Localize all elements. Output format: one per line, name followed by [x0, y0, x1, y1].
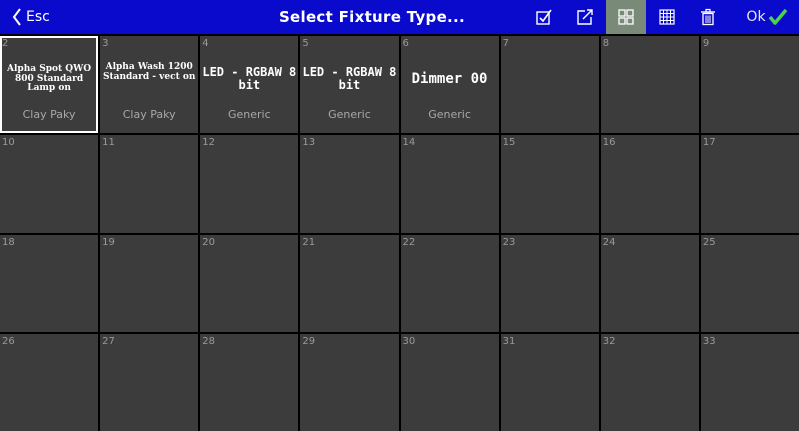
fixture-type-cell[interactable]: 5 LED - RGBAW 8 bit Generic	[300, 36, 399, 134]
cell-number: 32	[602, 335, 616, 347]
fixture-type-cell[interactable]: 2 Alpha Spot QWO 800 Standard Lamp on Clay…	[0, 36, 99, 134]
delete-button[interactable]	[689, 0, 727, 34]
chevron-left-icon	[12, 8, 21, 26]
fixture-manufacturer: Clay Paky	[122, 108, 176, 121]
table-view-button[interactable]	[648, 0, 686, 34]
fixture-name: Alpha Wash 1200 Standard - vect on	[102, 62, 196, 82]
select-button[interactable]	[525, 0, 563, 34]
title-bar: Esc Select Fixture Type... Ok	[0, 0, 799, 35]
fixture-manufacturer: Generic	[428, 108, 471, 121]
empty-fixture-cell[interactable]: 29	[300, 333, 399, 431]
empty-fixture-cell[interactable]: 21	[300, 234, 399, 332]
cell-number: 2	[2, 38, 9, 49]
empty-fixture-cell[interactable]: 31	[500, 333, 599, 431]
export-button[interactable]	[566, 0, 604, 34]
fixture-name: LED - RGBAW 8 bit	[302, 65, 397, 93]
trash-icon	[701, 8, 715, 26]
dialog-title: Select Fixture Type...	[278, 8, 466, 26]
empty-fixture-cell[interactable]: 13	[300, 135, 399, 233]
fixture-name: LED - RGBAW 8 bit	[202, 65, 297, 93]
cell-number: 7	[502, 38, 509, 49]
fixture-name: Dimmer 00	[411, 71, 488, 87]
cell-number: 15	[502, 137, 516, 149]
cell-number: 3	[102, 38, 109, 49]
fixture-manufacturer: Generic	[328, 108, 371, 121]
fixture-name: Alpha Spot QWO 800 Standard Lamp on	[7, 64, 92, 94]
export-icon	[577, 9, 593, 25]
cell-number: 29	[302, 335, 316, 347]
cell-number: 18	[2, 236, 15, 248]
empty-fixture-cell[interactable]: 9	[700, 36, 799, 134]
ok-button[interactable]: Ok	[735, 0, 799, 34]
cell-number: 19	[102, 236, 115, 248]
empty-fixture-cell[interactable]: 27	[100, 333, 199, 431]
grid-view-button[interactable]	[606, 0, 646, 34]
fixture-type-cell[interactable]: 4 LED - RGBAW 8 bit Generic	[200, 36, 299, 134]
fixture-type-cell[interactable]: 6 Dimmer 00 Generic	[400, 36, 499, 134]
cell-number: 30	[402, 335, 416, 347]
checkmark-icon	[768, 8, 787, 25]
empty-fixture-cell[interactable]: 28	[200, 333, 299, 431]
cell-number: 17	[702, 137, 716, 149]
empty-fixture-cell[interactable]: 16	[600, 135, 699, 233]
empty-fixture-cell[interactable]: 23	[500, 234, 599, 332]
cell-number: 21	[302, 236, 316, 248]
select-fixture-type-dialog: Esc Select Fixture Type... Ok 2 Alpha Sp…	[0, 0, 799, 431]
cell-number: 20	[202, 236, 215, 248]
cell-number: 31	[502, 335, 516, 347]
cell-number: 10	[2, 137, 15, 149]
check-box-icon	[536, 9, 552, 25]
empty-fixture-cell[interactable]: 12	[200, 135, 299, 233]
fixture-type-grid: 2 Alpha Spot QWO 800 Standard Lamp on Clay…	[0, 36, 799, 431]
table-view-icon	[659, 9, 675, 25]
esc-button[interactable]: Esc	[12, 0, 50, 34]
cell-number: 12	[202, 137, 215, 149]
empty-fixture-cell[interactable]: 30	[400, 333, 499, 431]
cell-number: 23	[502, 236, 516, 248]
fixture-manufacturer: Generic	[227, 108, 271, 121]
cell-number: 9	[702, 38, 710, 49]
cell-number: 14	[402, 137, 416, 149]
cell-number: 33	[702, 335, 716, 347]
cell-number: 13	[302, 137, 316, 149]
cell-number: 22	[402, 236, 416, 248]
cell-number: 28	[202, 335, 215, 347]
empty-fixture-cell[interactable]: 7	[500, 36, 599, 134]
empty-fixture-cell[interactable]: 22	[400, 234, 499, 332]
cell-number: 11	[102, 137, 115, 149]
empty-fixture-cell[interactable]: 18	[0, 234, 99, 332]
esc-label: Esc	[26, 9, 50, 25]
empty-fixture-cell[interactable]: 32	[600, 333, 699, 431]
empty-fixture-cell[interactable]: 17	[700, 135, 799, 233]
cell-number: 26	[2, 335, 15, 347]
cell-number: 6	[402, 38, 409, 49]
grid-view-icon	[618, 9, 634, 25]
empty-fixture-cell[interactable]: 8	[600, 36, 699, 134]
cell-number: 16	[602, 137, 616, 149]
empty-fixture-cell[interactable]: 33	[700, 333, 799, 431]
empty-fixture-cell[interactable]: 19	[100, 234, 199, 332]
cell-number: 25	[702, 236, 716, 248]
fixture-type-cell[interactable]: 3 Alpha Wash 1200 Standard - vect on Clay …	[100, 36, 199, 134]
cell-number: 27	[102, 335, 115, 347]
cell-number: 24	[602, 236, 616, 248]
ok-label: Ok	[746, 9, 766, 25]
empty-fixture-cell[interactable]: 10	[0, 135, 99, 233]
empty-fixture-cell[interactable]: 26	[0, 333, 99, 431]
empty-fixture-cell[interactable]: 14	[400, 135, 499, 233]
empty-fixture-cell[interactable]: 24	[600, 234, 699, 332]
empty-fixture-cell[interactable]: 11	[100, 135, 199, 233]
cell-number: 8	[602, 38, 610, 49]
empty-fixture-cell[interactable]: 20	[200, 234, 299, 332]
empty-fixture-cell[interactable]: 15	[500, 135, 599, 233]
fixture-manufacturer: Clay Paky	[22, 108, 76, 121]
cell-number: 5	[302, 38, 309, 49]
empty-fixture-cell[interactable]: 25	[700, 234, 799, 332]
cell-number: 4	[202, 38, 209, 49]
